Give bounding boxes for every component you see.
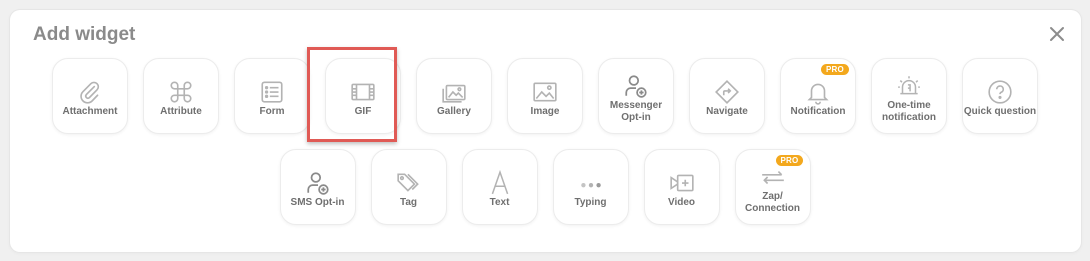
widget-label: Form	[259, 106, 285, 117]
widget-label: GIF	[354, 106, 372, 117]
widget-image[interactable]: Image	[507, 58, 583, 134]
navigate-icon	[690, 59, 764, 105]
image-icon	[508, 59, 582, 105]
form-icon	[235, 59, 309, 105]
widget-label: Gallery	[437, 106, 471, 117]
widget-messenger-opt-in[interactable]: Messenger Opt-in	[598, 58, 674, 134]
widget-label: Attribute	[160, 106, 202, 117]
widget-one-time-notification[interactable]: One-time notification	[871, 58, 947, 134]
film-icon	[326, 59, 400, 105]
user-plus-icon	[599, 53, 673, 99]
widget-row-2: SMS Opt-in Tag Text Typing Video PRO Zap…	[0, 149, 1090, 225]
text-icon	[463, 150, 537, 196]
widget-gif[interactable]: GIF	[325, 58, 401, 134]
widget-label: Text	[489, 197, 510, 208]
widget-label: Typing	[574, 197, 607, 208]
gallery-icon	[417, 59, 491, 105]
widget-typing[interactable]: Typing	[552, 149, 629, 225]
widget-label: Zap/ Connection	[745, 191, 800, 214]
widget-label: Image	[530, 106, 560, 117]
widget-tag[interactable]: Tag	[370, 149, 447, 225]
widget-sms-opt-in[interactable]: SMS Opt-in	[279, 149, 356, 225]
question-icon	[963, 59, 1037, 105]
alarm-icon	[872, 53, 946, 99]
paperclip-icon	[53, 59, 127, 105]
widget-video[interactable]: Video	[643, 149, 720, 225]
widget-attachment[interactable]: Attachment	[52, 58, 128, 134]
video-icon	[645, 150, 719, 196]
widget-label: Attachment	[62, 106, 118, 117]
widget-label: One-time notification	[882, 100, 936, 123]
dialog-title: Add widget	[33, 24, 136, 45]
user-plus-icon	[281, 150, 355, 196]
widget-label: Navigate	[706, 106, 748, 117]
widget-quick-question[interactable]: Quick question	[962, 58, 1038, 134]
command-icon	[144, 59, 218, 105]
widget-form[interactable]: Form	[234, 58, 310, 134]
widget-label: Notification	[790, 106, 846, 117]
widget-attribute[interactable]: Attribute	[143, 58, 219, 134]
widget-zap-connection[interactable]: PRO Zap/ Connection	[734, 149, 811, 225]
widget-label: SMS Opt-in	[290, 197, 345, 208]
widget-row-1: Attachment Attribute Form GIF Gallery Im…	[0, 58, 1090, 134]
widget-notification[interactable]: PRO Notification	[780, 58, 856, 134]
widget-navigate[interactable]: Navigate	[689, 58, 765, 134]
bell-icon	[781, 59, 855, 105]
typing-icon	[554, 150, 628, 196]
widget-gallery[interactable]: Gallery	[416, 58, 492, 134]
close-icon[interactable]	[1047, 24, 1067, 44]
widget-label: Messenger Opt-in	[609, 100, 663, 123]
widget-label: Video	[667, 197, 696, 208]
tag-icon	[372, 150, 446, 196]
widget-text[interactable]: Text	[461, 149, 538, 225]
widget-label: Tag	[399, 197, 418, 208]
zap-icon	[736, 144, 810, 190]
widget-label: Quick question	[963, 106, 1037, 117]
